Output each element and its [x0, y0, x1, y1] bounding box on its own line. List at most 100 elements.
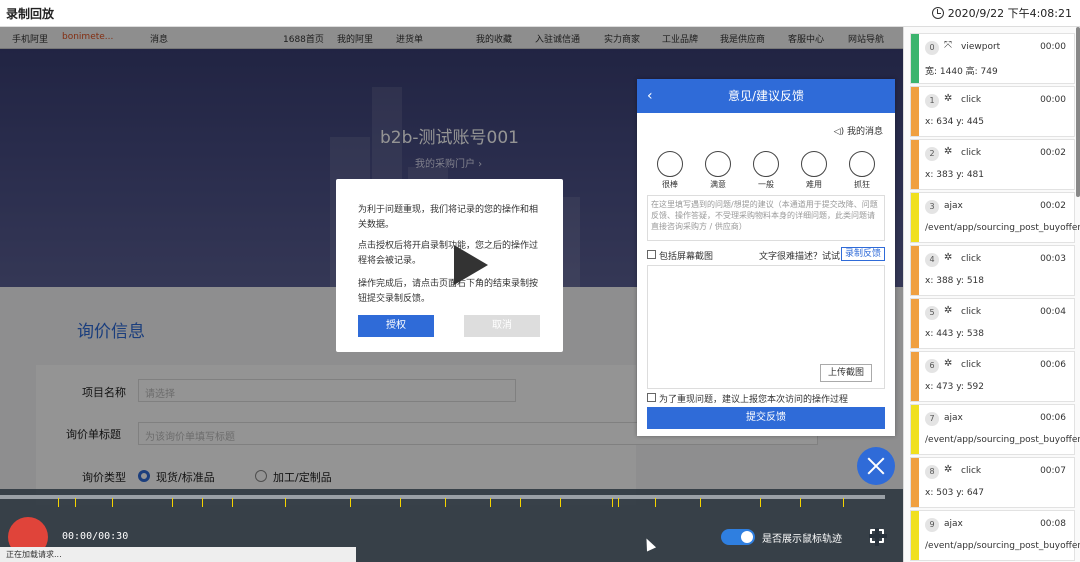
datetime-text: 2020/9/22 下午4:08:21	[947, 7, 1072, 20]
event-item[interactable]: 4 ✲ click 00:03 x: 388 y: 518	[910, 245, 1075, 296]
event-tick	[655, 498, 656, 507]
event-index: 0	[925, 41, 939, 55]
event-tick	[112, 498, 113, 507]
event-detail: x: 634 y: 445	[925, 117, 985, 127]
event-item[interactable]: 1 ✲ click 00:00 x: 634 y: 445	[910, 86, 1075, 137]
feedback-title: 意见/建议反馈	[727, 89, 805, 103]
event-tick	[232, 498, 233, 507]
event-color-bar	[911, 299, 919, 348]
event-color-bar	[911, 87, 919, 136]
event-tick	[560, 498, 561, 507]
event-index: 2	[925, 147, 939, 161]
event-index: 9	[925, 518, 939, 532]
event-color-bar	[911, 34, 919, 83]
cancel-button[interactable]: 取消	[464, 315, 540, 337]
event-item[interactable]: 3 ajax 00:02/event/app/sourcing_post_buyof…	[910, 192, 1080, 243]
click-icon: ✲	[944, 252, 953, 263]
event-item[interactable]: 6 ✲ click 00:06 x: 473 y: 592	[910, 351, 1075, 402]
progress-track[interactable]	[0, 495, 885, 507]
event-type: click	[961, 148, 982, 158]
event-item[interactable]: 7 ajax 00:06/event/app/sourcing_post_buyof…	[910, 404, 1080, 455]
datetime-display: 2020/9/22 下午4:08:21	[931, 5, 1072, 21]
show-cursor-toggle[interactable]	[721, 529, 755, 545]
record-feedback-button[interactable]: 录制反馈	[841, 247, 885, 261]
feedback-textarea[interactable]: 在这里填写遇到的问题/想提的建议（本通道用于提交改降、问题反馈、操作答疑，不受理…	[647, 195, 885, 241]
event-item[interactable]: 2 ✲ click 00:02 x: 383 y: 481	[910, 139, 1075, 190]
emotion-hard-icon[interactable]	[801, 151, 827, 177]
event-item[interactable]: 9 ajax 00:08/event/app/sourcing_post_buyof…	[910, 510, 1080, 561]
emotion-label: 很棒	[662, 180, 678, 189]
my-messages-label: 我的消息	[846, 127, 883, 137]
authorize-button[interactable]: 授权	[358, 315, 434, 337]
event-color-bar	[911, 140, 919, 189]
feedback-panel: ‹ 意见/建议反馈 ◁) 我的消息 很棒 满意 一般 难用 抓狂 在这里填写遇到…	[637, 79, 895, 436]
emotion-great-icon[interactable]	[657, 151, 683, 177]
event-type: ajax	[944, 519, 963, 529]
window-titlebar: 录制回放 2020/9/22 下午4:08:21	[0, 0, 1080, 27]
event-index: 8	[925, 465, 939, 479]
event-type: click	[961, 307, 982, 317]
event-color-bar	[911, 511, 919, 560]
event-detail: x: 383 y: 481	[925, 170, 985, 180]
event-index: 4	[925, 253, 939, 267]
playback-time: 00:00/00:30	[62, 531, 129, 542]
event-color-bar	[911, 246, 919, 295]
event-time: 00:08	[1040, 519, 1066, 529]
emotion-angry-icon[interactable]	[849, 151, 875, 177]
upload-screenshot-button[interactable]: 上传截图	[820, 364, 872, 382]
event-tick	[490, 498, 491, 507]
event-list-scrollbar[interactable]	[1076, 27, 1080, 197]
back-icon[interactable]: ‹	[647, 79, 653, 113]
event-item[interactable]: 8 ✲ click 00:07 x: 503 y: 647	[910, 457, 1075, 508]
event-time: 00:04	[1040, 307, 1066, 317]
include-screenshot-checkbox[interactable]	[647, 250, 656, 259]
event-index: 6	[925, 359, 939, 373]
submit-feedback-button[interactable]: 提交反馈	[647, 407, 885, 429]
event-index: 3	[925, 200, 939, 214]
event-tick	[202, 498, 203, 507]
show-cursor-label: 是否展示鼠标轨迹	[762, 534, 842, 545]
dialog-text-2: 点击授权后将开启录制功能，您之后的操作过程将会被记录。	[358, 241, 539, 266]
event-item[interactable]: 5 ✲ click 00:04 x: 443 y: 538	[910, 298, 1075, 349]
event-tick	[520, 498, 521, 507]
event-tick	[618, 498, 619, 507]
event-time: 00:00	[1040, 42, 1066, 52]
reproduce-checkbox[interactable]	[647, 393, 656, 402]
authorize-dialog: 为利于问题重现，我们将记录的您的操作和相关数据。 点击授权后将开启录制功能，您之…	[336, 179, 563, 352]
event-time: 00:07	[1040, 466, 1066, 476]
event-type: viewport	[961, 42, 1001, 52]
event-detail: /event/app/sourcing_post_buyoffer	[925, 435, 1080, 445]
screenshot-area: 上传截图	[647, 265, 885, 389]
close-icon[interactable]	[857, 447, 895, 485]
record-hint: 文字很难描述？试试	[759, 252, 841, 262]
event-color-bar	[911, 352, 919, 401]
emotion-label: 一般	[758, 180, 774, 189]
dialog-text-3: 操作完成后，请点击页面右下角的结束录制按钮提交录制反馈。	[358, 279, 539, 304]
loading-status: 正在加载请求...	[0, 547, 356, 562]
event-tick	[400, 498, 401, 507]
speaker-icon: ◁)	[833, 127, 845, 137]
emotion-satisfied-icon[interactable]	[705, 151, 731, 177]
event-time: 00:00	[1040, 95, 1066, 105]
event-item[interactable]: 0 ⤧ viewport 00:00 宽: 1440 高: 749	[910, 33, 1075, 84]
emotion-label: 满意	[710, 180, 726, 189]
play-icon[interactable]	[454, 245, 488, 285]
event-time: 00:02	[1040, 201, 1066, 211]
event-index: 1	[925, 94, 939, 108]
click-icon: ✲	[944, 358, 953, 369]
event-index: 7	[925, 412, 939, 426]
emotion-neutral-icon[interactable]	[753, 151, 779, 177]
reproduce-label: 为了重现问题，建议上报您本次访问的操作过程	[659, 395, 849, 405]
event-tick	[75, 498, 76, 507]
event-type: click	[961, 466, 982, 476]
event-time: 00:02	[1040, 148, 1066, 158]
fullscreen-icon[interactable]	[869, 528, 887, 546]
event-tick	[612, 498, 613, 507]
event-tick	[172, 498, 173, 507]
event-detail: x: 388 y: 518	[925, 276, 985, 286]
clock-icon	[931, 7, 944, 19]
my-messages-link[interactable]: ◁) 我的消息	[834, 124, 883, 137]
event-tick	[760, 498, 761, 507]
window-title: 录制回放	[6, 7, 55, 21]
event-time: 00:03	[1040, 254, 1066, 264]
